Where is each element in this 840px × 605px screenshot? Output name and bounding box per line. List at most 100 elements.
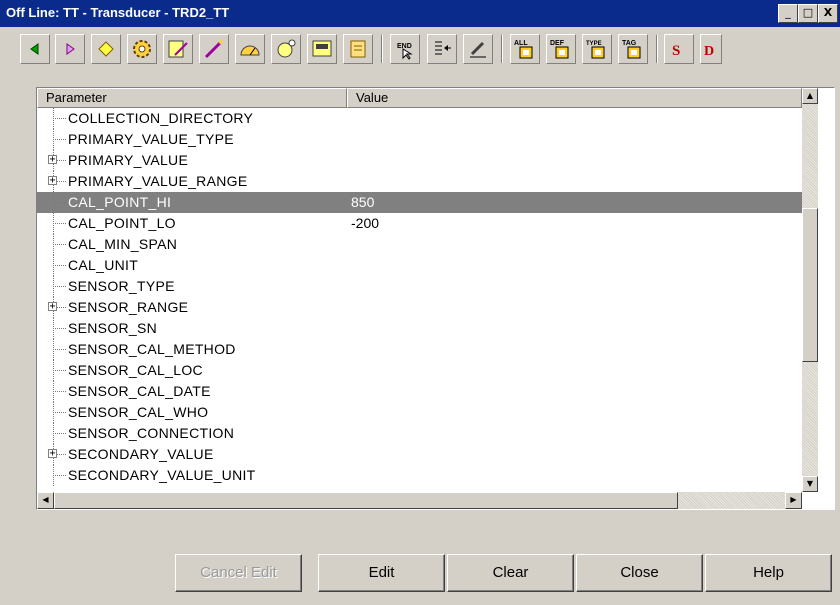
type-block-icon: TYPE (585, 37, 609, 61)
tree-branch (53, 475, 66, 476)
tree-branch (53, 328, 66, 329)
diagnostics-button[interactable] (271, 34, 301, 64)
expand-icon[interactable]: + (48, 176, 57, 186)
parameter-row[interactable]: SENSOR_CAL_METHOD (37, 339, 802, 360)
toolbar-separator (381, 35, 383, 63)
scroll-down-button[interactable]: ▼ (802, 476, 818, 492)
edit-button[interactable]: Edit (318, 554, 445, 592)
parameter-row[interactable]: CAL_POINT_LO -200 (37, 213, 802, 234)
parameter-row[interactable]: SECONDARY_VALUE_UNIT (37, 465, 802, 486)
forward-button[interactable] (55, 34, 85, 64)
parameter-name: PRIMARY_VALUE_TYPE (68, 131, 234, 147)
close-button[interactable]: X (818, 4, 838, 23)
type-block-button[interactable]: TYPE (582, 34, 612, 64)
parameter-row[interactable]: CAL_MIN_SPAN (37, 234, 802, 255)
maximize-button[interactable]: □ (798, 4, 818, 23)
list-arrow-button[interactable] (427, 34, 457, 64)
end-button[interactable]: END (390, 34, 420, 64)
tree-branch (53, 223, 66, 224)
svg-text:DEF: DEF (550, 40, 565, 47)
expand-icon[interactable]: + (48, 449, 57, 459)
parameter-row[interactable]: SENSOR_CAL_LOC (37, 360, 802, 381)
clear-button[interactable]: Clear (447, 554, 574, 592)
svg-text:D: D (704, 44, 714, 59)
svg-text:TAG: TAG (622, 40, 637, 47)
scroll-right-button[interactable]: ▶ (785, 492, 802, 509)
diamond-icon (97, 40, 115, 58)
parameter-row[interactable]: SENSOR_SN (37, 318, 802, 339)
tree-branch (53, 370, 66, 371)
vertical-scroll-thumb[interactable] (802, 208, 818, 362)
back-icon (27, 41, 43, 57)
parameter-row[interactable]: SENSOR_CONNECTION (37, 423, 802, 444)
scroll-left-button[interactable]: ◀ (37, 492, 54, 509)
parameter-name: CAL_MIN_SPAN (68, 236, 178, 252)
def-block-icon: DEF (549, 37, 573, 61)
parameter-row[interactable]: + PRIMARY_VALUE_RANGE (37, 171, 802, 192)
parameter-row[interactable]: COLLECTION_DIRECTORY (37, 108, 802, 129)
parameter-grid: Parameter Value COLLECTION_DIRECTORY PRIM… (36, 87, 835, 510)
help-button[interactable]: Help (705, 554, 832, 592)
parameter-value[interactable]: -200 (351, 213, 379, 234)
parameter-column-header[interactable]: Parameter (37, 88, 347, 108)
value-column-header[interactable]: Value (347, 88, 802, 108)
parameter-row[interactable]: CAL_UNIT (37, 255, 802, 276)
cancel-edit-button[interactable]: Cancel Edit (175, 554, 302, 592)
gauge-button[interactable] (235, 34, 265, 64)
s-button[interactable]: S (664, 34, 694, 64)
parameter-row[interactable]: + PRIMARY_VALUE (37, 150, 802, 171)
display-button[interactable] (307, 34, 337, 64)
minimize-button[interactable]: _ (778, 4, 798, 23)
d-red-icon: D (701, 38, 721, 60)
tree-branch (53, 118, 66, 119)
display-icon (311, 38, 333, 60)
parameter-row[interactable]: SENSOR_TYPE (37, 276, 802, 297)
calibrate-button[interactable] (199, 34, 229, 64)
all-block-icon: ALL (513, 37, 537, 61)
scroll-button[interactable] (343, 34, 373, 64)
close-dialog-button[interactable]: Close (576, 554, 703, 592)
tag-block-button[interactable]: TAG (618, 34, 648, 64)
horizontal-scrollbar[interactable]: ◀ ▶ (37, 492, 802, 509)
toolbar-separator (656, 35, 658, 63)
pen-button[interactable] (463, 34, 493, 64)
parameter-name: SENSOR_CAL_DATE (68, 383, 211, 399)
device-edit-button[interactable] (163, 34, 193, 64)
horizontal-scroll-thumb[interactable] (54, 492, 678, 509)
tree-branch (53, 244, 66, 245)
vertical-scrollbar[interactable]: ▲ ▼ (802, 88, 818, 492)
toolbar-separator (501, 35, 503, 63)
window-title: Off Line: TT - Transducer - TRD2_TT (6, 5, 230, 20)
all-block-button[interactable]: ALL (510, 34, 540, 64)
expand-icon[interactable]: + (48, 302, 57, 312)
pen-icon (467, 38, 489, 60)
tree-branch (53, 412, 66, 413)
parameter-row[interactable]: SENSOR_CAL_DATE (37, 381, 802, 402)
tree-branch (53, 286, 66, 287)
back-button[interactable] (20, 34, 50, 64)
tree-branch (53, 265, 66, 266)
parameter-name: COLLECTION_DIRECTORY (68, 110, 254, 126)
settings-button[interactable] (127, 34, 157, 64)
parameter-row[interactable]: CAL_POINT_HI 850 (37, 192, 802, 213)
end-icon: END (394, 38, 416, 60)
svg-text:TYPE: TYPE (586, 41, 602, 47)
tree-branch (53, 349, 66, 350)
svg-text:S: S (672, 43, 680, 59)
scroll-up-button[interactable]: ▲ (802, 88, 818, 104)
svg-text:ALL: ALL (514, 40, 528, 47)
diamond-button[interactable] (91, 34, 121, 64)
tag-block-icon: TAG (621, 37, 645, 61)
parameter-value[interactable]: 850 (351, 192, 374, 213)
tree-branch (53, 391, 66, 392)
parameter-name: CAL_POINT_HI (68, 194, 172, 210)
def-block-button[interactable]: DEF (546, 34, 576, 64)
parameter-name: SENSOR_CAL_LOC (68, 362, 203, 378)
parameter-row[interactable]: + SENSOR_RANGE (37, 297, 802, 318)
d-button[interactable]: D (700, 34, 722, 64)
parameter-row[interactable]: SENSOR_CAL_WHO (37, 402, 802, 423)
parameter-row[interactable]: PRIMARY_VALUE_TYPE (37, 129, 802, 150)
expand-icon[interactable]: + (48, 155, 57, 165)
parameter-row[interactable]: + SECONDARY_VALUE (37, 444, 802, 465)
tree-branch (53, 433, 66, 434)
